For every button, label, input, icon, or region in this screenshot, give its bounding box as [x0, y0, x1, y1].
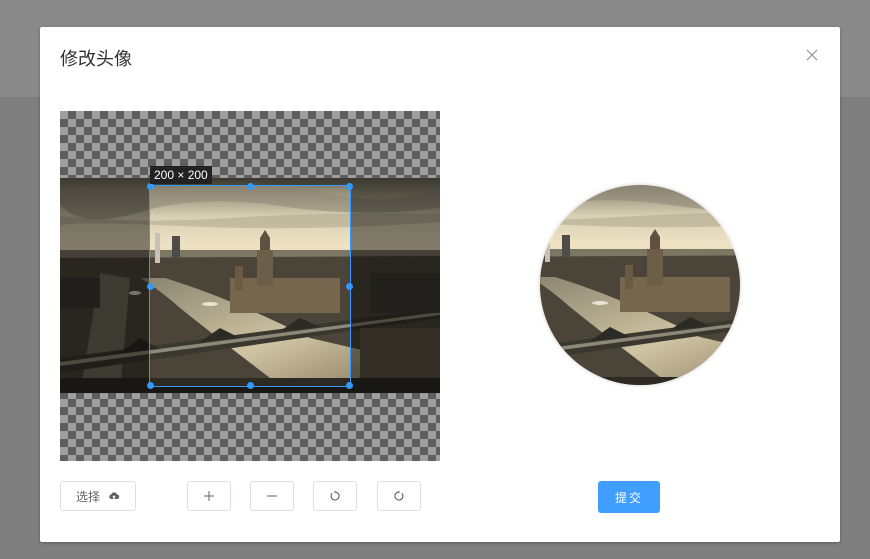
crop-handle-ne[interactable]: [346, 183, 353, 190]
crop-handle-w[interactable]: [147, 283, 154, 290]
zoom-out-button[interactable]: [250, 481, 294, 511]
crop-handle-se[interactable]: [346, 382, 353, 389]
avatar-preview: [540, 185, 740, 385]
minus-icon: [267, 495, 277, 497]
rotate-left-button[interactable]: [313, 481, 357, 511]
rotate-left-icon: [330, 490, 340, 501]
crop-handle-s[interactable]: [247, 382, 254, 389]
image-cropper[interactable]: 200 × 200: [60, 111, 440, 461]
crop-handle-e[interactable]: [346, 283, 353, 290]
submit-button[interactable]: 提交: [598, 481, 660, 513]
crop-size-label: 200 × 200: [150, 166, 212, 184]
zoom-in-button[interactable]: [187, 481, 231, 511]
crop-box-image: [150, 186, 350, 386]
edit-avatar-dialog: 修改头像 200 × 200 选择 提交: [40, 27, 840, 542]
avatar-preview-image: [540, 185, 740, 385]
close-icon[interactable]: [804, 47, 820, 63]
dialog-title: 修改头像: [60, 49, 132, 69]
rotate-right-icon: [394, 490, 404, 501]
cloud-upload-icon: [109, 492, 120, 499]
crop-handle-sw[interactable]: [147, 382, 154, 389]
select-image-label: 选择: [75, 489, 100, 504]
plus-icon: [204, 491, 214, 501]
select-image-button[interactable]: 选择: [60, 481, 136, 511]
crop-handle-nw[interactable]: [147, 183, 154, 190]
crop-handle-n[interactable]: [247, 183, 254, 190]
crop-box[interactable]: [149, 185, 351, 387]
rotate-right-button[interactable]: [377, 481, 421, 511]
